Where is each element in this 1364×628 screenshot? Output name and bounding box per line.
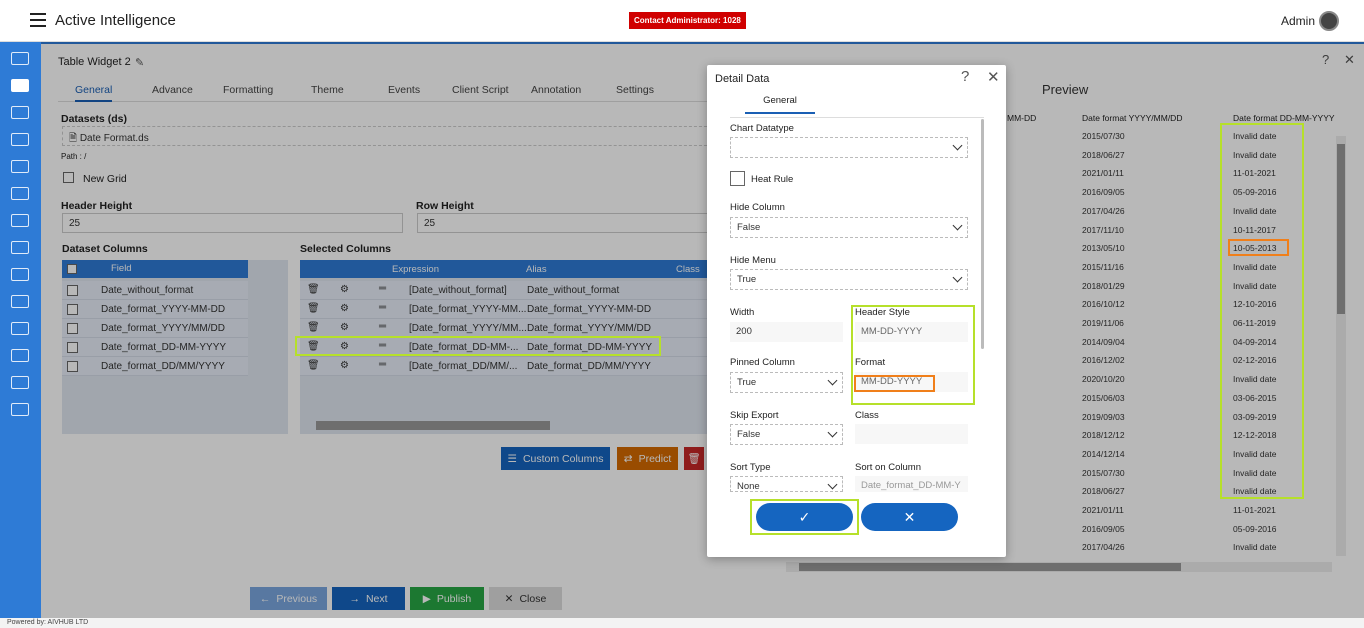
sidebar-profile-icon[interactable] [11,187,29,200]
highlight-format-input [854,375,935,392]
sort-type-value: None [737,481,760,492]
tab-divider [730,117,984,118]
sidebar-login-icon[interactable] [11,52,29,65]
hide-column-label: Hide Column [730,202,785,213]
chevron-down-icon [952,140,963,151]
close-icon: ✕ [903,508,916,525]
hide-column-value: False [737,222,761,233]
class-label: Class [855,410,879,421]
sidebar-calendar-icon[interactable] [11,268,29,281]
user-name[interactable]: Admin [1281,14,1315,28]
class-input[interactable] [855,424,968,444]
top-bar: Active Intelligence Contact Administrato… [0,0,1364,42]
avatar[interactable] [1319,11,1339,31]
close-icon[interactable]: ✕ [987,68,1000,86]
sidebar-chart-icon[interactable] [11,106,29,119]
hide-menu-select[interactable]: True [730,269,968,290]
powered-by: Powered by: AIVHUB LTD [7,619,89,626]
chart-datatype-select[interactable] [730,137,968,158]
sort-type-select[interactable]: None [730,476,843,492]
modal-backdrop [41,42,1364,618]
highlight-preview-cell [1228,239,1289,256]
hide-menu-value: True [737,274,757,285]
hamburger-menu-icon[interactable] [30,13,46,27]
sidebar-document-icon[interactable] [11,160,29,173]
sidebar-hierarchy-icon[interactable] [11,349,29,362]
sidebar-settings-icon[interactable] [11,403,29,416]
highlight-selected-row [295,336,661,356]
sidebar-file-icon[interactable] [11,295,29,308]
heat-rule-checkbox[interactable] [730,171,745,186]
skip-export-label: Skip Export [730,410,779,421]
help-icon[interactable]: ? [961,68,969,85]
skip-export-value: False [737,429,761,440]
sidebar-report-icon[interactable] [11,322,29,335]
width-input[interactable]: 200 [730,322,843,342]
modal-title: Detail Data [715,73,770,85]
chevron-down-icon [952,272,963,283]
chevron-down-icon [827,427,838,438]
heat-rule-label: Heat Rule [751,174,794,185]
sort-on-column-input[interactable]: Date_format_DD-MM-Y [855,476,968,492]
width-label: Width [730,307,755,318]
highlight-confirm-button [750,499,859,535]
sidebar-code-icon[interactable] [11,214,29,227]
pinned-column-value: True [737,377,757,388]
tab-general[interactable]: General [745,95,815,114]
chevron-down-icon [827,479,838,490]
contact-admin-badge[interactable]: Contact Administrator: 1028 [629,12,746,29]
chevron-down-icon [827,375,838,386]
sidebar-image-icon[interactable] [11,241,29,254]
pinned-column-select[interactable]: True [730,372,843,393]
sidebar-group-icon[interactable] [11,133,29,146]
chart-datatype-label: Chart Datatype [730,123,794,134]
hide-column-select[interactable]: False [730,217,968,238]
chevron-down-icon [952,220,963,231]
sidebar-table-icon[interactable] [11,79,29,92]
sidebar-analytics-icon[interactable] [11,376,29,389]
modal-scrollbar[interactable] [981,119,984,349]
sidebar [0,42,41,618]
cancel-button[interactable]: ✕ [861,503,958,531]
pinned-column-label: Pinned Column [730,357,795,368]
sort-type-label: Sort Type [730,462,771,473]
highlight-preview-column [1220,123,1304,499]
sort-on-column-label: Sort on Column [855,462,922,473]
app-title: Active Intelligence [55,12,176,29]
hide-menu-label: Hide Menu [730,255,776,266]
skip-export-select[interactable]: False [730,424,843,445]
